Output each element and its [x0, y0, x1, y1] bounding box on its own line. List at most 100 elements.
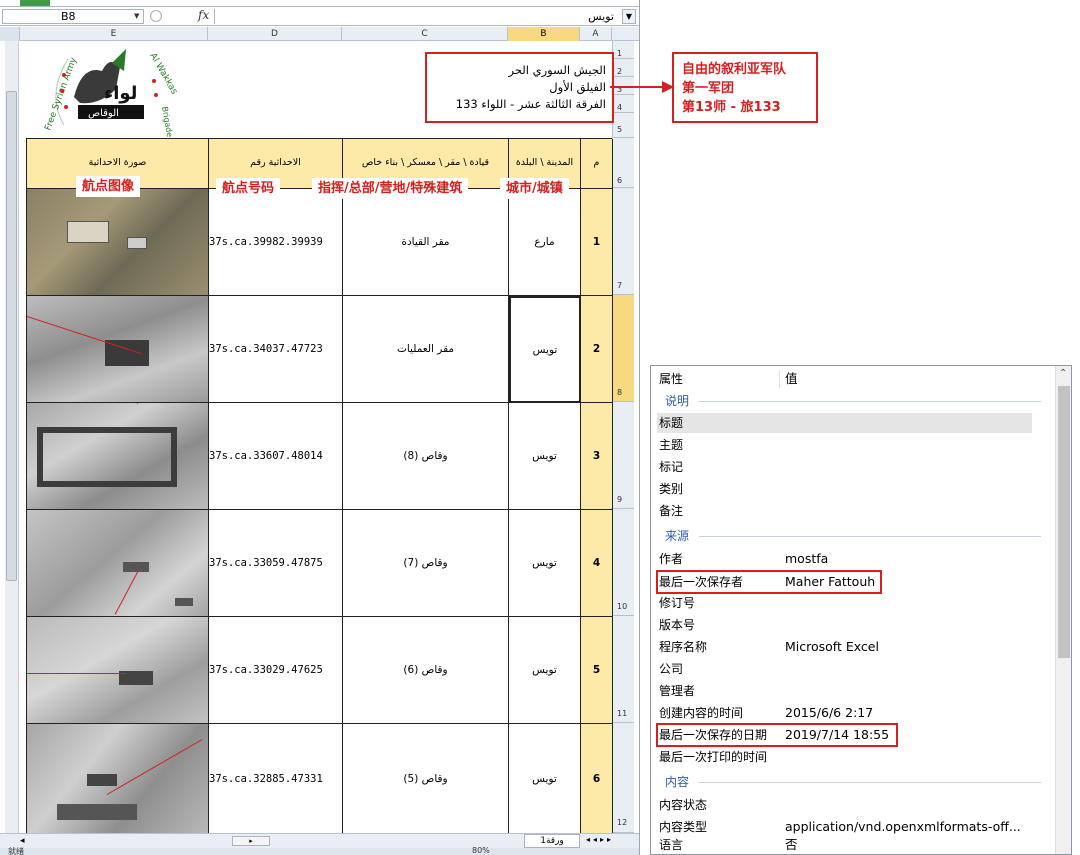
row-header-1[interactable]: 1 [613, 41, 634, 59]
status-text: 就绪 [8, 847, 24, 855]
waypoint-photo-2[interactable] [27, 296, 209, 403]
section-divider [699, 782, 1041, 783]
prop-author[interactable]: 作者 [659, 550, 683, 568]
section-divider [699, 536, 1041, 537]
sheet-tab-1[interactable]: ورقة1 [524, 834, 580, 848]
prop-category[interactable]: 类别 [659, 480, 683, 498]
scroll-up-icon[interactable]: ⌃ [1059, 368, 1067, 379]
zoom-level[interactable]: 80% [472, 846, 490, 855]
city-cell-2-selected[interactable]: تويس [509, 296, 581, 403]
prop-content-created[interactable]: 创建内容的时间 [659, 704, 743, 722]
building-cell-4[interactable]: وقاص (7) [343, 510, 509, 617]
expand-formula-bar-icon[interactable]: ▼ [622, 9, 636, 24]
waypoint-photo-5[interactable] [27, 617, 209, 724]
file-properties-panel: 属性 值 说明 标题 主题 标记 类别 备注 来源 作者 mostfa 最后一次… [650, 365, 1072, 855]
name-box[interactable]: B8 [2, 9, 144, 24]
row-highlight [657, 413, 1032, 433]
prop-author-value[interactable]: mostfa [785, 550, 828, 568]
building-cell-5[interactable]: وقاص (6) [343, 617, 509, 724]
column-divider [779, 370, 780, 388]
row-header-7[interactable]: 7 [613, 188, 634, 295]
prop-program-name-value[interactable]: Microsoft Excel [785, 638, 879, 656]
column-header-d[interactable]: D [208, 27, 342, 41]
prop-program-name[interactable]: 程序名称 [659, 638, 707, 656]
num-cell-2[interactable]: 2 [581, 296, 613, 403]
formula-input[interactable]: تويس [214, 9, 620, 24]
column-header-e[interactable]: E [20, 27, 208, 41]
vertical-scroll-thumb[interactable] [6, 91, 17, 581]
properties-scrollbar[interactable]: ⌃ [1055, 366, 1071, 854]
row-header-5[interactable]: 5 [613, 113, 634, 138]
waypoint-photo-4[interactable] [27, 510, 209, 617]
row-header-10[interactable]: 10 [613, 509, 634, 616]
prop-content-type-value[interactable]: application/vnd.openxmlformats-off... [785, 818, 1021, 836]
num-cell-5[interactable]: 5 [581, 617, 613, 724]
prop-subject[interactable]: 主题 [659, 436, 683, 454]
waypoint-photo-6[interactable] [27, 724, 209, 834]
building-cell-2[interactable]: مقر العمليات [343, 296, 509, 403]
properties-column-header-value[interactable]: 值 [785, 370, 798, 388]
logo-main-text: لواء [104, 83, 137, 104]
prop-date-last-saved[interactable]: 最后一次保存的日期 [659, 726, 767, 744]
coord-cell-4[interactable]: 37s.ca.33059.47875 [209, 510, 343, 617]
prop-company[interactable]: 公司 [659, 660, 683, 678]
building-cell-3[interactable]: وقاص (8) [343, 403, 509, 510]
sheet-nav-icon[interactable]: ◂◂▸▸ [586, 835, 614, 844]
waypoint-photo-3[interactable] [27, 403, 209, 510]
num-cell-3[interactable]: 3 [581, 403, 613, 510]
prop-last-saved-by-value[interactable]: Maher Fattouh [785, 573, 875, 591]
city-cell-6[interactable]: تويس [509, 724, 581, 834]
prop-tags[interactable]: 标记 [659, 458, 683, 476]
header-num[interactable]: م [581, 139, 613, 189]
prop-last-printed[interactable]: 最后一次打印的时间 [659, 748, 767, 766]
prop-content-created-value[interactable]: 2015/6/6 2:17 [785, 704, 873, 722]
num-cell-6[interactable]: 6 [581, 724, 613, 834]
column-header-a[interactable]: A [580, 27, 612, 41]
prop-content-status[interactable]: 内容状态 [659, 796, 707, 814]
building-cell-6[interactable]: وقاص (5) [343, 724, 509, 834]
prop-date-last-saved-value[interactable]: 2019/7/14 18:55 [785, 726, 889, 744]
prop-title[interactable]: 标题 [659, 414, 683, 432]
column-header-b[interactable]: B [508, 27, 580, 41]
row-header-2[interactable]: 2 [613, 59, 634, 77]
coord-cell-2[interactable]: 37s.ca.34037.47723 [209, 296, 343, 403]
coord-cell-3[interactable]: 37s.ca.33607.48014 [209, 403, 343, 510]
cancel-icon[interactable] [150, 10, 162, 22]
city-cell-4[interactable]: تويس [509, 510, 581, 617]
select-all-corner[interactable] [0, 27, 20, 41]
vertical-scrollbar[interactable] [5, 41, 19, 833]
row-header-6[interactable]: 6 [613, 138, 634, 188]
building-cell-1[interactable]: مقر القيادة [343, 189, 509, 296]
num-cell-4[interactable]: 4 [581, 510, 613, 617]
brigade-logo: Free Syrian Army Al Wakkas Brigade لواء … [42, 45, 182, 138]
properties-scroll-thumb[interactable] [1058, 386, 1070, 658]
row-header-9[interactable]: 9 [613, 402, 634, 509]
properties-column-header-name[interactable]: 属性 [659, 370, 683, 388]
city-cell-5[interactable]: تويس [509, 617, 581, 724]
coord-cell-6[interactable]: 37s.ca.32885.47331 [209, 724, 343, 834]
city-cell-3[interactable]: تويس [509, 403, 581, 510]
section-description: 说明 [665, 394, 690, 408]
insert-function-icon[interactable]: fx [198, 8, 209, 22]
prop-version[interactable]: 版本号 [659, 616, 695, 634]
column-header-c[interactable]: C [342, 27, 508, 41]
name-box-dropdown-icon[interactable]: ▼ [134, 12, 139, 20]
row-header-8[interactable]: 8 [613, 295, 634, 402]
prop-comments[interactable]: 备注 [659, 502, 683, 520]
coord-cell-5[interactable]: 37s.ca.33029.47625 [209, 617, 343, 724]
coord-cell-1[interactable]: 37s.ca.39982.39939 [209, 189, 343, 296]
row-header-11[interactable]: 11 [613, 616, 634, 723]
row-header-12[interactable]: 12 [613, 723, 634, 833]
prop-revision[interactable]: 修订号 [659, 594, 695, 612]
prop-language-value[interactable]: 否 [785, 838, 798, 852]
prop-language[interactable]: 语言 [659, 838, 683, 852]
prop-last-saved-by[interactable]: 最后一次保存者 [659, 573, 743, 591]
prop-manager[interactable]: 管理者 [659, 682, 695, 700]
num-cell-1[interactable]: 1 [581, 189, 613, 296]
waypoint-photo-1[interactable] [27, 189, 209, 296]
prop-content-type[interactable]: 内容类型 [659, 818, 707, 836]
cn-label-city: 城市/城镇 [500, 178, 569, 199]
scroll-left-icon[interactable]: ◂ [20, 836, 25, 846]
horizontal-scroll-thumb[interactable]: ▸ [232, 836, 270, 846]
city-cell-1[interactable]: مارع [509, 189, 581, 296]
